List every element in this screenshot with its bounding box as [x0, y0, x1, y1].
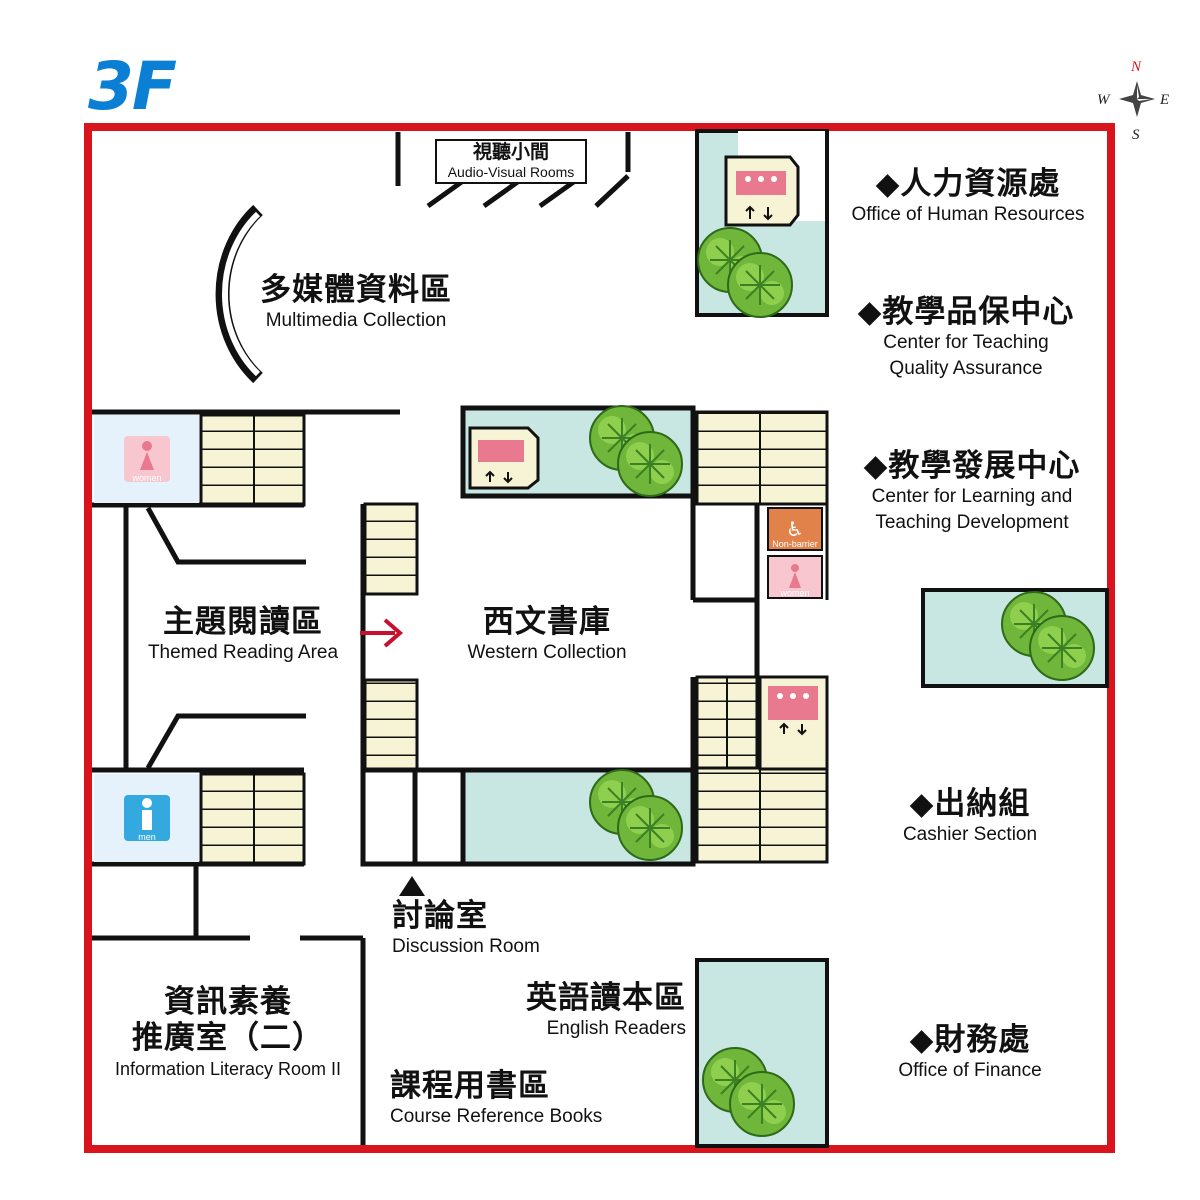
stairs-icon — [695, 766, 829, 864]
compass-south: S — [1132, 127, 1140, 143]
compass-north: N — [1130, 59, 1142, 75]
english-readers-zh: 英語讀本區 — [526, 980, 686, 1016]
discussion-room-label: 討論室 Discussion Room — [392, 898, 540, 960]
info-literacy-label: 資訊素養 推廣室（二） Information Literacy Room II — [94, 984, 362, 1082]
center-planter-bottom — [460, 767, 696, 867]
themed-reading-en: Themed Reading Area — [147, 642, 339, 663]
office-zh: ◆人力資源處 — [875, 166, 1061, 202]
stairs-icon — [199, 772, 306, 866]
multimedia-zh: 多媒體資料區 — [260, 272, 452, 308]
women-caption-east: women — [779, 588, 809, 598]
office-learning-teaching-dev: ◆教學發展中心 Center for Learning and Teaching… — [840, 448, 1104, 536]
floor-label: 3F — [88, 48, 177, 125]
arrow-right-icon — [360, 618, 404, 648]
office-human-resources: ◆人力資源處 Office of Human Resources — [830, 166, 1106, 228]
women-caption: women — [131, 473, 161, 483]
office-cashier: ◆出納組 Cashier Section — [870, 786, 1070, 848]
av-rooms-label: 視聽小間 Audio-Visual Rooms — [436, 141, 586, 181]
course-books-en: Course Reference Books — [390, 1106, 603, 1127]
svg-text:♿: ♿ — [786, 517, 804, 541]
office-en-line1: Center for Learning and — [871, 486, 1073, 507]
office-zh: ◆出納組 — [909, 786, 1031, 822]
office-teaching-quality: ◆教學品保中心 Center for Teaching Quality Assu… — [836, 294, 1096, 382]
discussion-room-en: Discussion Room — [392, 936, 540, 957]
accessible-caption: Non-barrier — [772, 539, 818, 549]
english-readers-label: 英語讀本區 English Readers — [490, 980, 686, 1042]
office-en: Office of Finance — [898, 1060, 1042, 1081]
office-zh: ◆教學發展中心 — [863, 448, 1081, 484]
info-literacy-zh-2: 推廣室（二） — [132, 1020, 324, 1056]
office-en-line2: Teaching Development — [875, 512, 1069, 533]
info-literacy-zh-1: 資訊素養 — [164, 984, 292, 1020]
compass-icon — [1119, 81, 1155, 117]
arrow-up-icon — [399, 876, 425, 896]
western-collection-label: 西文書庫 Western Collection — [442, 604, 652, 666]
office-en: Cashier Section — [902, 824, 1038, 845]
av-rooms-en: Audio-Visual Rooms — [447, 164, 575, 180]
course-books-zh: 課程用書區 — [390, 1068, 550, 1104]
course-books-label: 課程用書區 Course Reference Books — [390, 1068, 602, 1130]
office-en-line1: Center for Teaching — [883, 332, 1049, 353]
multimedia-label: 多媒體資料區 Multimedia Collection — [236, 272, 476, 334]
south-planter — [695, 958, 829, 1148]
stairs-icon — [363, 502, 419, 596]
western-collection-en: Western Collection — [467, 642, 627, 663]
stairs-icon — [199, 413, 306, 507]
western-collection-zh: 西文書庫 — [483, 604, 611, 640]
english-readers-en: English Readers — [546, 1018, 686, 1039]
discussion-room-zh: 討論室 — [392, 898, 488, 934]
men-caption: men — [138, 832, 156, 842]
av-rooms-zh: 視聽小間 — [472, 141, 549, 163]
compass-west: W — [1097, 92, 1111, 108]
stairs-icon — [363, 678, 419, 772]
info-literacy-en: Information Literacy Room II — [114, 1059, 342, 1079]
compass-east: E — [1159, 92, 1169, 108]
office-zh: ◆教學品保中心 — [857, 294, 1075, 330]
east-planter — [921, 588, 1109, 688]
office-finance: ◆財務處 Office of Finance — [870, 1022, 1070, 1084]
themed-reading-zh: 主題閱讀區 — [163, 604, 323, 640]
themed-reading-label: 主題閱讀區 Themed Reading Area — [125, 604, 361, 666]
office-en: Office of Human Resources — [851, 204, 1085, 225]
stairs-icon — [695, 410, 829, 506]
elevator-icon — [724, 155, 800, 227]
multimedia-en: Multimedia Collection — [265, 310, 447, 331]
elevator-icon — [468, 426, 540, 490]
office-zh: ◆財務處 — [909, 1022, 1031, 1058]
office-en-line2: Quality Assurance — [889, 358, 1043, 379]
